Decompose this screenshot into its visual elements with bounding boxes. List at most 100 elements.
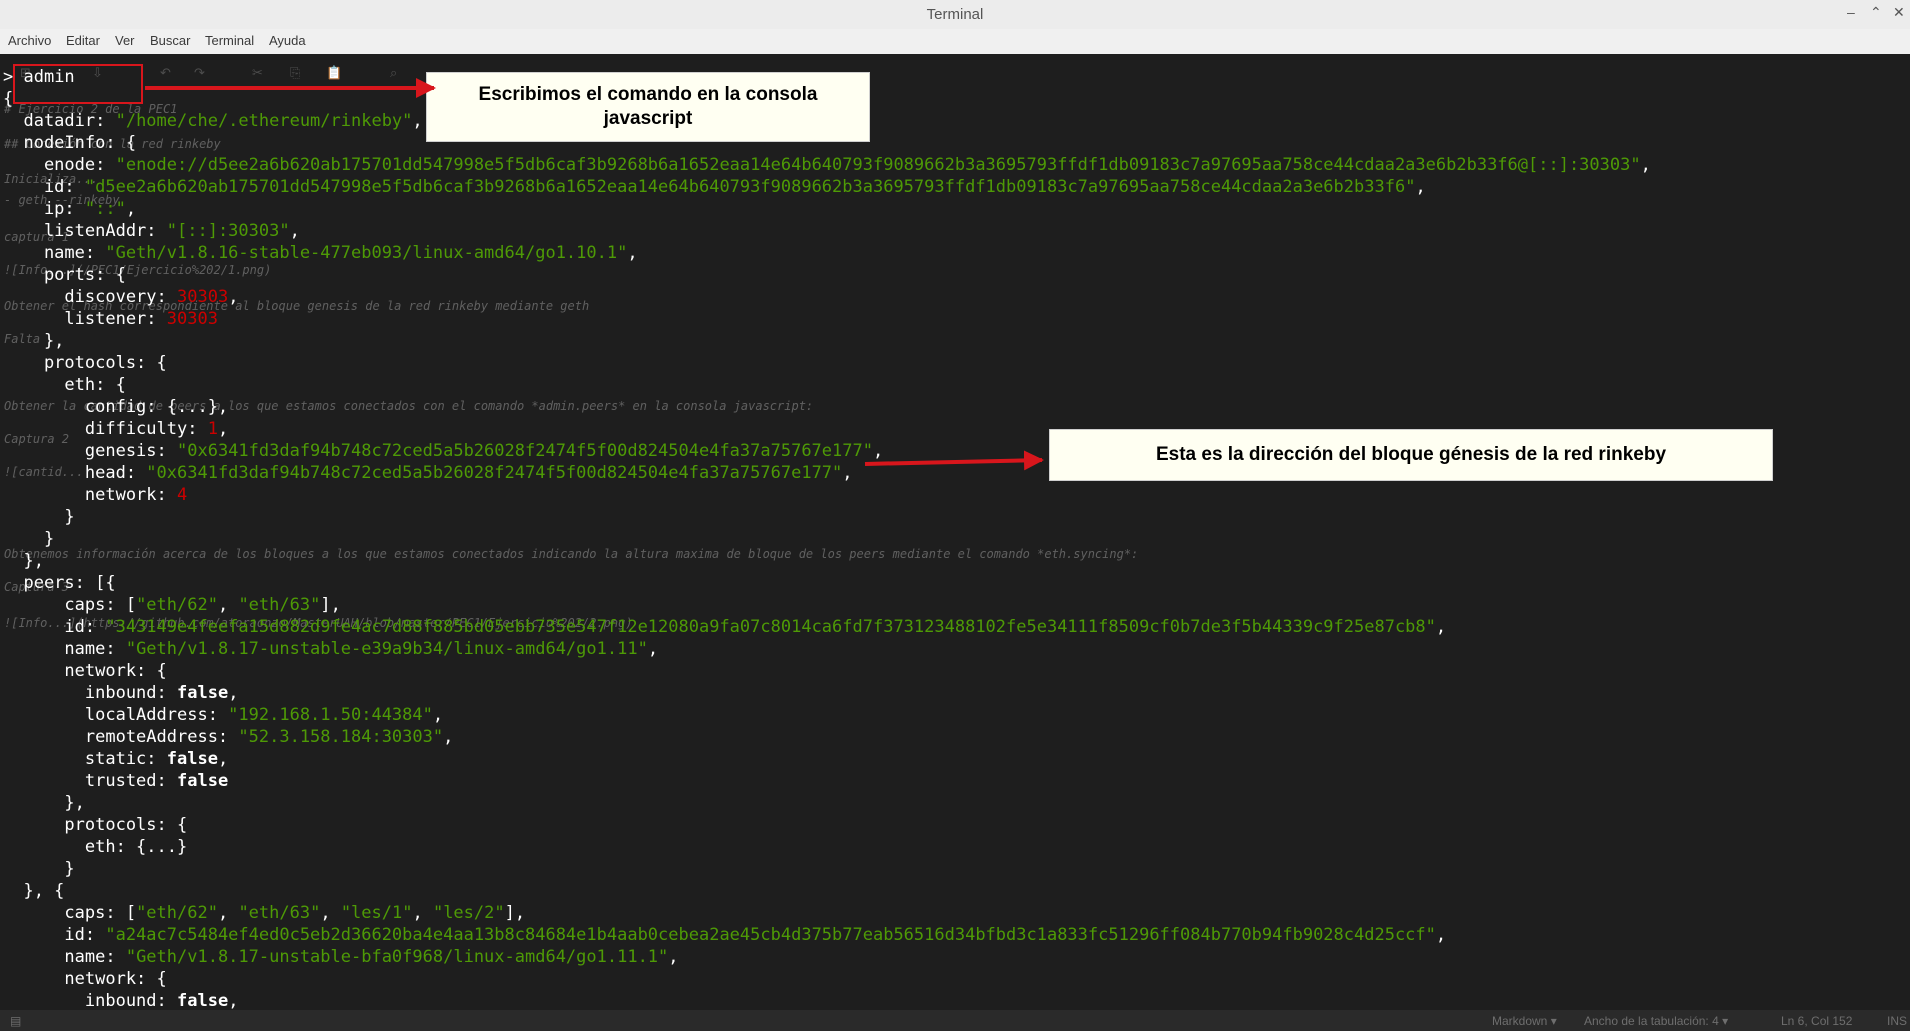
maximize-button[interactable]: ⌃ — [1870, 4, 1882, 21]
terminal-token: ], — [504, 903, 526, 923]
terminal-token: , — [872, 441, 884, 461]
menu-terminal[interactable]: Terminal — [205, 33, 254, 48]
terminal-line: difficulty: 1, — [3, 418, 228, 440]
terminal-token: genesis: — [3, 441, 177, 461]
terminal-line: id: "d5ee2a6b620ab175701dd547998e5f5db6c… — [3, 176, 1426, 198]
terminal-token: 1 — [207, 419, 218, 439]
terminal-token: }, — [3, 551, 44, 571]
terminal-token: "eth/63" — [238, 595, 321, 615]
terminal-token: , — [1640, 155, 1651, 175]
terminal-token: }, — [3, 793, 85, 813]
ghost-toolbar-icon: ⌕ — [390, 66, 398, 81]
terminal-line: ip: "::", — [3, 198, 136, 220]
terminal-line: caps: ["eth/62", "eth/63", "les/1", "les… — [3, 902, 525, 924]
language-selector[interactable]: Markdown ▾ — [1492, 1014, 1557, 1028]
terminal-token: "/home/che/.ethereum/rinkeby" — [115, 111, 413, 131]
terminal-token: , — [1435, 925, 1447, 945]
terminal-token: , — [217, 903, 239, 923]
terminal-token: name: — [3, 639, 126, 659]
terminal-token: ports: { — [3, 265, 126, 285]
terminal-token: protocols: { — [3, 353, 167, 373]
terminal-line: genesis: "0x6341fd3daf94b748c72ced5a5b26… — [3, 440, 883, 462]
window-titlebar: Terminal ‒ ⌃ ✕ — [0, 0, 1910, 29]
terminal-line: inbound: false, — [3, 682, 239, 704]
terminal-line: ports: { — [3, 264, 126, 286]
terminal-token: enode: — [3, 155, 116, 175]
terminal-line: network: 4 — [3, 484, 187, 506]
terminal-line: enode: "enode://d5ee2a6b620ab175701dd547… — [3, 154, 1651, 176]
terminal-token: "les/1" — [340, 903, 413, 923]
terminal-token: false — [177, 771, 229, 791]
tab-width-selector[interactable]: Ancho de la tabulación: 4 ▾ — [1584, 1014, 1728, 1028]
callout-command-note: Escribimos el comando en la consola java… — [426, 72, 870, 142]
terminal-token: { — [3, 89, 14, 109]
terminal-area[interactable]: # Ejercicio 2 de la PEC1 ## Conexión con … — [0, 54, 1910, 1010]
menu-ayuda[interactable]: Ayuda — [269, 33, 306, 48]
ghost-toolbar-icon: ⎘ — [290, 66, 301, 81]
terminal-line: network: { — [3, 968, 166, 990]
terminal-token: difficulty: — [3, 419, 208, 439]
terminal-token: } — [3, 529, 55, 549]
terminal-line: listenAddr: "[::]:30303", — [3, 220, 300, 242]
terminal-line: name: "Geth/v1.8.17-unstable-bfa0f968/li… — [3, 946, 678, 968]
terminal-line: trusted: false — [3, 770, 228, 792]
terminal-token: inbound: — [3, 991, 177, 1010]
terminal-token: } — [3, 507, 75, 527]
terminal-token: "d5ee2a6b620ab175701dd547998e5f5db6caf3b… — [84, 177, 1416, 197]
terminal-line: nodeInfo: { — [3, 132, 136, 154]
close-button[interactable]: ✕ — [1893, 4, 1905, 21]
terminal-token: , — [432, 705, 444, 725]
ghost-toolbar-icon: 📋 — [326, 66, 343, 81]
window-title: Terminal — [926, 6, 984, 23]
terminal-token: listener: — [3, 309, 167, 329]
menu-editar[interactable]: Editar — [66, 33, 100, 48]
terminal-line: config: {...}, — [3, 396, 228, 418]
minimize-button[interactable]: ‒ — [1847, 4, 1855, 20]
terminal-token: false — [177, 991, 229, 1010]
terminal-line: eth: {...} — [3, 836, 187, 858]
terminal-token: 30303 — [177, 287, 229, 307]
terminal-line: localAddress: "192.168.1.50:44384", — [3, 704, 443, 726]
terminal-token: , — [217, 595, 239, 615]
terminal-token: config: {...}, — [3, 397, 229, 417]
terminal-token: false — [177, 683, 229, 703]
terminal-line: } — [3, 528, 54, 550]
menu-archivo[interactable]: Archivo — [8, 33, 51, 48]
terminal-token: id: — [3, 177, 85, 197]
terminal-token: protocols: { — [3, 815, 188, 835]
terminal-token: , — [627, 243, 638, 263]
terminal-line: }, { — [3, 880, 64, 902]
terminal-token: nodeInfo: { — [3, 133, 137, 153]
terminal-line: datadir: "/home/che/.ethereum/rinkeby", — [3, 110, 423, 132]
terminal-token: , — [228, 683, 239, 703]
terminal-token: , — [1415, 177, 1426, 197]
menu-bar: Archivo Editar Ver Buscar Terminal Ayuda — [0, 29, 1910, 54]
terminal-token: , — [217, 419, 229, 439]
ghost-toolbar-icon: ↶ — [160, 66, 171, 81]
command-highlight-box — [13, 64, 143, 104]
terminal-token: id: — [3, 925, 106, 945]
callout-genesis-note: Esta es la dirección del bloque génesis … — [1049, 429, 1773, 481]
terminal-token: "les/2" — [432, 903, 505, 923]
terminal-token: "eth/63" — [238, 903, 321, 923]
status-bar: ▤ Markdown ▾ Ancho de la tabulación: 4 ▾… — [0, 1010, 1910, 1031]
ghost-editor-line: Obtenemos información acerca de los bloq… — [4, 547, 1139, 561]
sidebar-toggle-icon[interactable]: ▤ — [10, 1014, 21, 1028]
terminal-token: "Geth/v1.8.17-unstable-bfa0f968/linux-am… — [125, 947, 669, 967]
terminal-token: , — [412, 111, 423, 131]
terminal-token: localAddress: — [3, 705, 229, 725]
menu-buscar[interactable]: Buscar — [150, 33, 190, 48]
terminal-line: protocols: { — [3, 352, 167, 374]
terminal-token: , — [228, 991, 239, 1010]
terminal-line: remoteAddress: "52.3.158.184:30303", — [3, 726, 453, 748]
terminal-token: ], — [320, 595, 341, 615]
terminal-token: ip: — [3, 199, 85, 219]
terminal-token: , — [412, 903, 433, 923]
terminal-token: , — [217, 749, 229, 769]
terminal-token: listenAddr: — [3, 221, 167, 241]
terminal-token: "52.3.158.184:30303" — [238, 727, 444, 747]
terminal-token: "0x6341fd3daf94b748c72ced5a5b26028f2474f… — [177, 441, 873, 461]
menu-ver[interactable]: Ver — [115, 33, 135, 48]
terminal-token: "a24ac7c5484ef4ed0c5eb2d36620ba4e4aa13b8… — [105, 925, 1436, 945]
terminal-token: remoteAddress: — [3, 727, 239, 747]
